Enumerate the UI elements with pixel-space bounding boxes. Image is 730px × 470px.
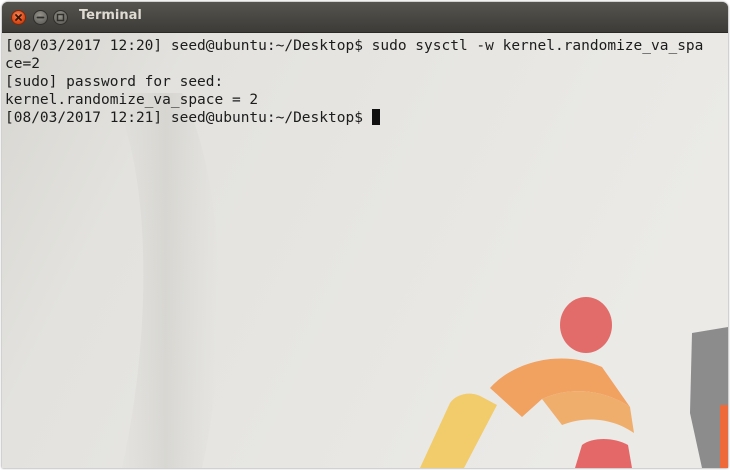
terminal-line: [sudo] password for seed: [5, 74, 224, 90]
close-button[interactable] [11, 10, 26, 25]
minimize-icon [36, 16, 45, 19]
terminal-area[interactable]: [08/03/2017 12:20] seed@ubuntu:~/Desktop… [2, 33, 728, 468]
title-bar[interactable]: Terminal [2, 2, 728, 33]
maximize-icon [56, 13, 65, 22]
prompt-text: [08/03/2017 12:21] seed@ubuntu:~/Desktop… [5, 110, 363, 126]
maximize-button[interactable] [53, 10, 68, 25]
close-icon [15, 14, 22, 21]
text-cursor [371, 109, 380, 125]
window-title: Terminal [79, 8, 142, 23]
terminal-output: [08/03/2017 12:20] seed@ubuntu:~/Desktop… [5, 37, 728, 127]
terminal-window: Terminal [08/03/2017 12:20] seed@ubuntu:… [2, 2, 728, 468]
terminal-line: ce=2 [5, 56, 40, 72]
terminal-line: kernel.randomize_va_space = 2 [5, 92, 259, 108]
terminal-line: [08/03/2017 12:20] seed@ubuntu:~/Desktop… [5, 38, 704, 54]
prompt-line: [08/03/2017 12:21] seed@ubuntu:~/Desktop… [5, 109, 728, 127]
minimize-button[interactable] [33, 10, 48, 25]
